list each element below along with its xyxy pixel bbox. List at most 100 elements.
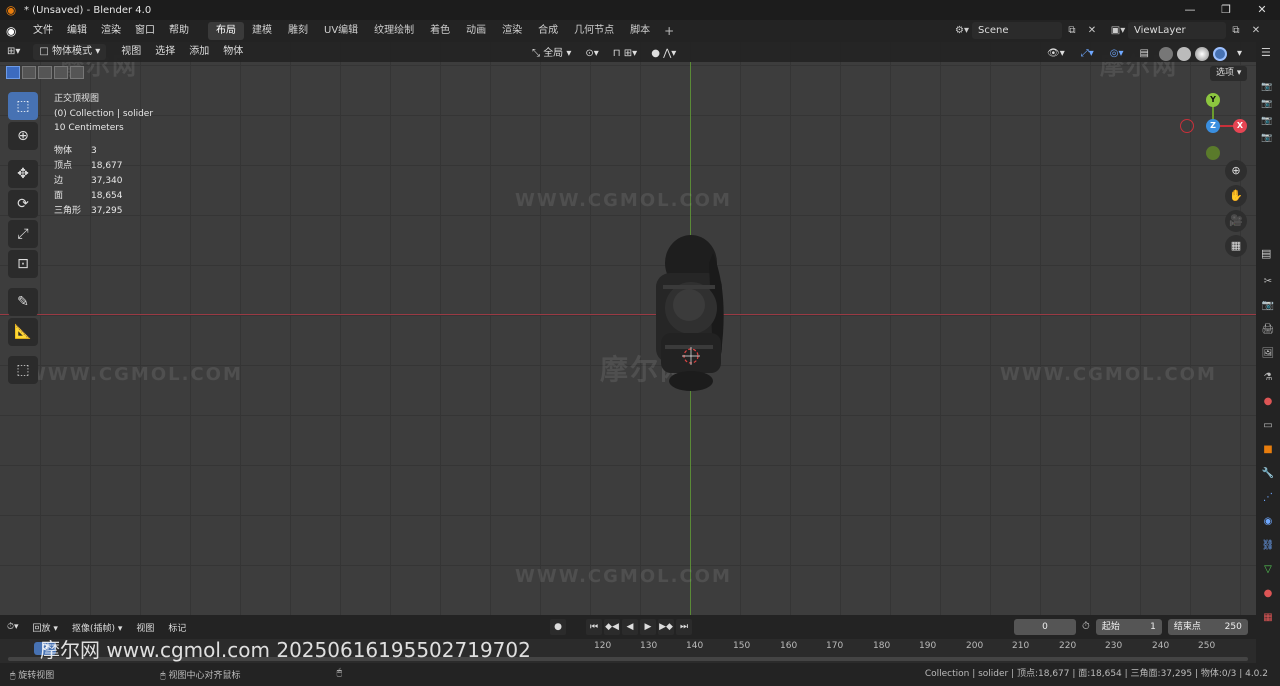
- menu-object[interactable]: 物体: [216, 42, 250, 62]
- navigation-gizmo[interactable]: Y X Z: [1176, 90, 1247, 160]
- menu-select[interactable]: 选择: [148, 42, 182, 62]
- move-tool-icon[interactable]: ✥: [8, 160, 38, 188]
- overlay-toggle-icon[interactable]: ◎▾: [1103, 44, 1131, 64]
- gizmo-neg-x-axis[interactable]: [1180, 119, 1194, 133]
- tab-sculpting[interactable]: 雕刻: [280, 22, 316, 40]
- transform-orientation-dropdown[interactable]: ⤡ 全局 ▾: [525, 44, 578, 64]
- delete-scene-icon[interactable]: ✕: [1082, 22, 1102, 39]
- cursor-tool-icon[interactable]: ⊕: [8, 122, 38, 150]
- select-box-tool-icon[interactable]: ⬚: [8, 92, 38, 120]
- data-properties-icon[interactable]: ▽: [1258, 560, 1278, 580]
- proportional-edit-icon[interactable]: ● ⋀▾: [644, 44, 683, 64]
- new-scene-icon[interactable]: ⧉: [1062, 22, 1082, 39]
- clock-icon[interactable]: ⏱: [1082, 619, 1090, 635]
- play-icon[interactable]: ▶: [640, 619, 656, 635]
- add-cube-tool-icon[interactable]: ⬚: [8, 356, 38, 384]
- jump-start-icon[interactable]: ⏮: [586, 619, 602, 635]
- menu-keying[interactable]: 抠像(插帧) ▾: [65, 621, 129, 634]
- jump-end-icon[interactable]: ⏭: [676, 619, 692, 635]
- particles-properties-icon[interactable]: ⋰: [1258, 488, 1278, 508]
- pan-hand-icon[interactable]: ✋: [1225, 185, 1247, 207]
- add-workspace-icon[interactable]: +: [658, 24, 680, 38]
- close-icon[interactable]: ✕: [1244, 0, 1280, 20]
- minimize-icon[interactable]: —: [1172, 0, 1208, 20]
- tab-layout[interactable]: 布局: [208, 22, 244, 40]
- menu-render[interactable]: 渲染: [94, 20, 128, 42]
- select-difference-icon[interactable]: [54, 66, 68, 79]
- outliner-editor-icon[interactable]: ☰: [1261, 46, 1271, 59]
- properties-editor-icon[interactable]: ▤: [1261, 247, 1271, 260]
- delete-view-layer-icon[interactable]: ✕: [1246, 22, 1266, 39]
- start-frame-field[interactable]: 起始 1: [1095, 619, 1162, 635]
- physics-properties-icon[interactable]: ◉: [1258, 512, 1278, 532]
- xray-toggle-icon[interactable]: ▤: [1133, 44, 1156, 64]
- gizmo-neg-y-axis[interactable]: [1206, 146, 1220, 160]
- camera-icon[interactable]: 📷: [1260, 99, 1274, 113]
- constraints-properties-icon[interactable]: ⛓: [1258, 536, 1278, 556]
- wireframe-shading-icon[interactable]: [1158, 47, 1173, 61]
- scale-tool-icon[interactable]: ⤢: [8, 220, 38, 248]
- world-properties-icon[interactable]: ●: [1258, 392, 1278, 412]
- collection-properties-icon[interactable]: ▭: [1258, 416, 1278, 436]
- record-icon[interactable]: ●: [550, 619, 566, 635]
- menu-file[interactable]: 文件: [26, 20, 60, 42]
- menu-playback[interactable]: 回放 ▾: [26, 621, 65, 634]
- scene-name-field[interactable]: Scene: [972, 22, 1062, 39]
- tab-modeling[interactable]: 建模: [244, 22, 280, 40]
- menu-marker[interactable]: 标记: [161, 621, 193, 634]
- annotate-tool-icon[interactable]: ✎: [8, 288, 38, 316]
- menu-edit[interactable]: 编辑: [60, 20, 94, 42]
- maximize-icon[interactable]: ❐: [1208, 0, 1244, 20]
- menu-window[interactable]: 窗口: [128, 20, 162, 42]
- gizmo-y-axis[interactable]: Y: [1206, 93, 1220, 107]
- current-frame-field[interactable]: 0: [1014, 619, 1076, 635]
- menu-add[interactable]: 添加: [182, 42, 216, 62]
- select-extend-icon[interactable]: [22, 66, 36, 79]
- scene-properties-icon[interactable]: ⚗: [1258, 368, 1278, 388]
- zoom-icon[interactable]: ⊕: [1225, 160, 1247, 182]
- solid-shading-icon[interactable]: [1176, 47, 1191, 61]
- menu-view[interactable]: 视图: [114, 42, 148, 62]
- view-layer-icon[interactable]: ▣▾: [1108, 22, 1128, 39]
- tab-animation[interactable]: 动画: [458, 22, 494, 40]
- shading-options-icon[interactable]: ▾: [1230, 44, 1249, 64]
- tab-compositing[interactable]: 合成: [530, 22, 566, 40]
- select-intersect-icon[interactable]: [70, 66, 84, 79]
- pivot-icon[interactable]: ⊙▾: [578, 44, 605, 64]
- timeline-editor-icon[interactable]: ⏱▾: [0, 622, 26, 632]
- end-frame-field[interactable]: 结束点 250: [1167, 619, 1248, 635]
- tab-geometry-nodes[interactable]: 几何节点: [566, 22, 622, 40]
- play-reverse-icon[interactable]: ◀: [622, 619, 638, 635]
- tab-uv-editing[interactable]: UV编辑: [316, 22, 366, 40]
- view-layer-properties-icon[interactable]: 🖼: [1258, 344, 1278, 364]
- transform-tool-icon[interactable]: ⊡: [8, 250, 38, 278]
- rendered-shading-icon[interactable]: [1212, 47, 1227, 61]
- scene-icon[interactable]: ⚙▾: [952, 22, 972, 39]
- tab-shading[interactable]: 着色: [422, 22, 458, 40]
- object-properties-icon[interactable]: ■: [1258, 440, 1278, 460]
- soldier-mesh-object[interactable]: [651, 233, 731, 393]
- gizmo-z-axis[interactable]: Z: [1206, 119, 1220, 133]
- perspective-toggle-icon[interactable]: ▦: [1225, 235, 1247, 257]
- tab-scripting[interactable]: 脚本: [622, 22, 658, 40]
- prev-keyframe-icon[interactable]: ◆◀: [604, 619, 620, 635]
- mode-selector[interactable]: □ 物体模式 ▾: [33, 44, 107, 60]
- menu-help[interactable]: 帮助: [162, 20, 196, 42]
- camera-view-icon[interactable]: 🎥: [1225, 210, 1247, 232]
- 3d-viewport[interactable]: WWW.CGMOL.COM WWW.CGMOL.COM WWW.CGMOL.CO…: [0, 42, 1256, 615]
- measure-tool-icon[interactable]: 📐: [8, 318, 38, 346]
- snap-icon[interactable]: ⊓ ⊞▾: [606, 44, 644, 64]
- tab-texture-paint[interactable]: 纹理绘制: [366, 22, 422, 40]
- gizmo-x-axis[interactable]: X: [1233, 119, 1247, 133]
- texture-properties-icon[interactable]: ▦: [1258, 608, 1278, 628]
- visibility-icon[interactable]: 👁▾: [1040, 44, 1072, 64]
- tool-properties-icon[interactable]: ✂: [1258, 272, 1278, 292]
- modifier-properties-icon[interactable]: 🔧: [1258, 464, 1278, 484]
- camera-icon[interactable]: 📷: [1260, 133, 1274, 147]
- next-keyframe-icon[interactable]: ▶◆: [658, 619, 674, 635]
- output-properties-icon[interactable]: 🖨: [1258, 320, 1278, 340]
- select-subtract-icon[interactable]: [38, 66, 52, 79]
- gizmo-toggle-icon[interactable]: ⤢▾: [1074, 44, 1101, 64]
- camera-icon[interactable]: 📷: [1260, 82, 1274, 96]
- editor-type-icon[interactable]: ⊞▾: [0, 42, 27, 62]
